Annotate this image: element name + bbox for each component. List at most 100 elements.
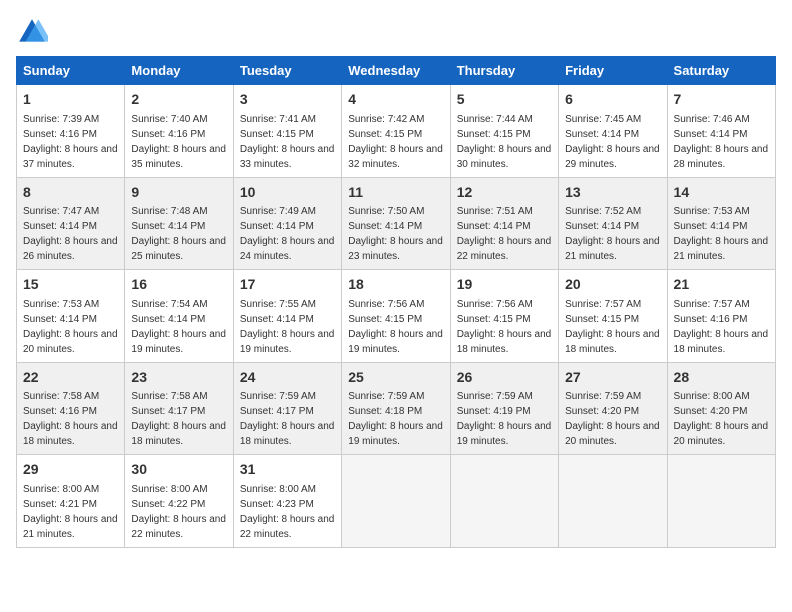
day-info: Sunrise: 7:53 AMSunset: 4:14 PMDaylight:…	[23, 299, 118, 355]
day-info: Sunrise: 7:48 AMSunset: 4:14 PMDaylight:…	[131, 206, 226, 262]
day-info: Sunrise: 7:58 AMSunset: 4:17 PMDaylight:…	[131, 391, 226, 447]
calendar-day-cell: 31 Sunrise: 8:00 AMSunset: 4:23 PMDaylig…	[233, 455, 341, 548]
day-number: 20	[565, 275, 660, 295]
calendar-day-cell: 6 Sunrise: 7:45 AMSunset: 4:14 PMDayligh…	[559, 85, 667, 178]
calendar-day-cell: 13 Sunrise: 7:52 AMSunset: 4:14 PMDaylig…	[559, 177, 667, 270]
day-info: Sunrise: 7:54 AMSunset: 4:14 PMDaylight:…	[131, 299, 226, 355]
day-number: 19	[457, 275, 552, 295]
day-number: 23	[131, 368, 226, 388]
day-number: 24	[240, 368, 335, 388]
day-info: Sunrise: 7:51 AMSunset: 4:14 PMDaylight:…	[457, 206, 552, 262]
calendar-day-cell: 11 Sunrise: 7:50 AMSunset: 4:14 PMDaylig…	[342, 177, 450, 270]
day-info: Sunrise: 7:59 AMSunset: 4:17 PMDaylight:…	[240, 391, 335, 447]
day-number: 14	[674, 183, 769, 203]
day-number: 30	[131, 460, 226, 480]
calendar-body: 1 Sunrise: 7:39 AMSunset: 4:16 PMDayligh…	[17, 85, 776, 548]
day-info: Sunrise: 8:00 AMSunset: 4:20 PMDaylight:…	[674, 391, 769, 447]
day-info: Sunrise: 7:57 AMSunset: 4:16 PMDaylight:…	[674, 299, 769, 355]
calendar-day-cell: 18 Sunrise: 7:56 AMSunset: 4:15 PMDaylig…	[342, 270, 450, 363]
day-info: Sunrise: 8:00 AMSunset: 4:22 PMDaylight:…	[131, 484, 226, 540]
calendar-week-row: 8 Sunrise: 7:47 AMSunset: 4:14 PMDayligh…	[17, 177, 776, 270]
weekday-header: Sunday	[17, 57, 125, 85]
day-number: 3	[240, 90, 335, 110]
calendar-day-cell: 2 Sunrise: 7:40 AMSunset: 4:16 PMDayligh…	[125, 85, 233, 178]
calendar-day-cell	[559, 455, 667, 548]
day-info: Sunrise: 7:40 AMSunset: 4:16 PMDaylight:…	[131, 114, 226, 170]
calendar-week-row: 29 Sunrise: 8:00 AMSunset: 4:21 PMDaylig…	[17, 455, 776, 548]
day-info: Sunrise: 7:39 AMSunset: 4:16 PMDaylight:…	[23, 114, 118, 170]
day-number: 2	[131, 90, 226, 110]
day-number: 18	[348, 275, 443, 295]
calendar-day-cell: 26 Sunrise: 7:59 AMSunset: 4:19 PMDaylig…	[450, 362, 558, 455]
day-info: Sunrise: 8:00 AMSunset: 4:23 PMDaylight:…	[240, 484, 335, 540]
day-info: Sunrise: 7:56 AMSunset: 4:15 PMDaylight:…	[457, 299, 552, 355]
weekday-header: Monday	[125, 57, 233, 85]
day-info: Sunrise: 7:56 AMSunset: 4:15 PMDaylight:…	[348, 299, 443, 355]
weekday-header: Friday	[559, 57, 667, 85]
day-number: 10	[240, 183, 335, 203]
calendar-day-cell: 21 Sunrise: 7:57 AMSunset: 4:16 PMDaylig…	[667, 270, 775, 363]
calendar-day-cell: 4 Sunrise: 7:42 AMSunset: 4:15 PMDayligh…	[342, 85, 450, 178]
day-info: Sunrise: 7:59 AMSunset: 4:19 PMDaylight:…	[457, 391, 552, 447]
day-info: Sunrise: 8:00 AMSunset: 4:21 PMDaylight:…	[23, 484, 118, 540]
day-number: 28	[674, 368, 769, 388]
day-info: Sunrise: 7:59 AMSunset: 4:20 PMDaylight:…	[565, 391, 660, 447]
day-number: 13	[565, 183, 660, 203]
calendar-header: SundayMondayTuesdayWednesdayThursdayFrid…	[17, 57, 776, 85]
day-info: Sunrise: 7:50 AMSunset: 4:14 PMDaylight:…	[348, 206, 443, 262]
calendar-day-cell: 14 Sunrise: 7:53 AMSunset: 4:14 PMDaylig…	[667, 177, 775, 270]
day-number: 22	[23, 368, 118, 388]
calendar-day-cell: 30 Sunrise: 8:00 AMSunset: 4:22 PMDaylig…	[125, 455, 233, 548]
day-number: 4	[348, 90, 443, 110]
day-info: Sunrise: 7:55 AMSunset: 4:14 PMDaylight:…	[240, 299, 335, 355]
weekday-header: Tuesday	[233, 57, 341, 85]
day-info: Sunrise: 7:49 AMSunset: 4:14 PMDaylight:…	[240, 206, 335, 262]
day-info: Sunrise: 7:42 AMSunset: 4:15 PMDaylight:…	[348, 114, 443, 170]
day-info: Sunrise: 7:45 AMSunset: 4:14 PMDaylight:…	[565, 114, 660, 170]
day-number: 31	[240, 460, 335, 480]
day-info: Sunrise: 7:59 AMSunset: 4:18 PMDaylight:…	[348, 391, 443, 447]
day-number: 16	[131, 275, 226, 295]
weekday-header: Wednesday	[342, 57, 450, 85]
day-number: 17	[240, 275, 335, 295]
calendar-day-cell: 17 Sunrise: 7:55 AMSunset: 4:14 PMDaylig…	[233, 270, 341, 363]
day-number: 6	[565, 90, 660, 110]
day-number: 1	[23, 90, 118, 110]
calendar-day-cell	[342, 455, 450, 548]
day-info: Sunrise: 7:58 AMSunset: 4:16 PMDaylight:…	[23, 391, 118, 447]
calendar-day-cell: 1 Sunrise: 7:39 AMSunset: 4:16 PMDayligh…	[17, 85, 125, 178]
calendar-day-cell: 25 Sunrise: 7:59 AMSunset: 4:18 PMDaylig…	[342, 362, 450, 455]
logo	[16, 16, 52, 48]
calendar-week-row: 15 Sunrise: 7:53 AMSunset: 4:14 PMDaylig…	[17, 270, 776, 363]
day-number: 7	[674, 90, 769, 110]
calendar-day-cell	[450, 455, 558, 548]
day-number: 5	[457, 90, 552, 110]
calendar-day-cell: 8 Sunrise: 7:47 AMSunset: 4:14 PMDayligh…	[17, 177, 125, 270]
day-number: 9	[131, 183, 226, 203]
day-info: Sunrise: 7:46 AMSunset: 4:14 PMDaylight:…	[674, 114, 769, 170]
calendar-day-cell: 22 Sunrise: 7:58 AMSunset: 4:16 PMDaylig…	[17, 362, 125, 455]
calendar-day-cell: 28 Sunrise: 8:00 AMSunset: 4:20 PMDaylig…	[667, 362, 775, 455]
day-info: Sunrise: 7:47 AMSunset: 4:14 PMDaylight:…	[23, 206, 118, 262]
calendar-day-cell: 23 Sunrise: 7:58 AMSunset: 4:17 PMDaylig…	[125, 362, 233, 455]
day-number: 27	[565, 368, 660, 388]
day-info: Sunrise: 7:52 AMSunset: 4:14 PMDaylight:…	[565, 206, 660, 262]
calendar-week-row: 22 Sunrise: 7:58 AMSunset: 4:16 PMDaylig…	[17, 362, 776, 455]
calendar-day-cell: 7 Sunrise: 7:46 AMSunset: 4:14 PMDayligh…	[667, 85, 775, 178]
day-info: Sunrise: 7:41 AMSunset: 4:15 PMDaylight:…	[240, 114, 335, 170]
day-number: 25	[348, 368, 443, 388]
day-number: 29	[23, 460, 118, 480]
calendar-day-cell: 10 Sunrise: 7:49 AMSunset: 4:14 PMDaylig…	[233, 177, 341, 270]
day-number: 8	[23, 183, 118, 203]
calendar-day-cell: 19 Sunrise: 7:56 AMSunset: 4:15 PMDaylig…	[450, 270, 558, 363]
calendar-day-cell: 5 Sunrise: 7:44 AMSunset: 4:15 PMDayligh…	[450, 85, 558, 178]
logo-icon	[16, 16, 48, 48]
day-info: Sunrise: 7:44 AMSunset: 4:15 PMDaylight:…	[457, 114, 552, 170]
calendar-day-cell: 3 Sunrise: 7:41 AMSunset: 4:15 PMDayligh…	[233, 85, 341, 178]
day-number: 26	[457, 368, 552, 388]
page-header	[16, 16, 776, 48]
day-number: 12	[457, 183, 552, 203]
calendar-day-cell: 16 Sunrise: 7:54 AMSunset: 4:14 PMDaylig…	[125, 270, 233, 363]
calendar-day-cell: 20 Sunrise: 7:57 AMSunset: 4:15 PMDaylig…	[559, 270, 667, 363]
calendar-table: SundayMondayTuesdayWednesdayThursdayFrid…	[16, 56, 776, 548]
